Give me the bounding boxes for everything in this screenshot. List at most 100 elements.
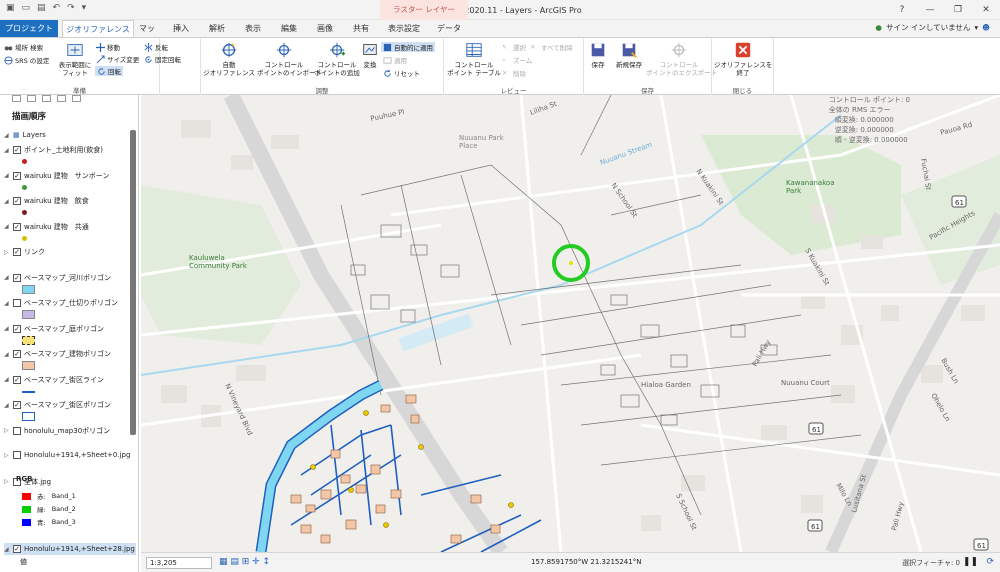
map-view[interactable]: Puuhue Pl Nuuanu Park Place Nuuanu Court … — [141, 95, 1000, 552]
apply-button[interactable]: 適用 — [383, 55, 407, 65]
zoom-button[interactable]: ⌕ ズーム — [502, 55, 532, 66]
location-search-button[interactable]: 場所 検索 — [4, 42, 43, 52]
layer-selected[interactable]: ◢ ✓ Honolulu+1914,+Sheet+28.jpg — [4, 543, 136, 555]
pause-drawing-icon[interactable]: ❚❚ — [963, 557, 978, 567]
select-button[interactable]: ↖ 選択 — [502, 42, 526, 53]
expand-icon[interactable]: ▷ — [4, 249, 10, 256]
tab-analysis[interactable]: 解析 — [206, 20, 228, 37]
auto-apply-toggle[interactable]: 自動的に適用 — [381, 42, 435, 52]
layer-checkbox[interactable] — [13, 299, 21, 307]
add-control-points-button[interactable]: コントロール ポイントの追加 — [313, 41, 361, 77]
collapse-icon[interactable]: ◢ — [4, 376, 10, 383]
layer-checkbox[interactable] — [13, 451, 21, 459]
collapse-icon[interactable]: ◢ — [4, 351, 10, 358]
rotate-button[interactable]: 回転 — [95, 66, 123, 76]
tab-insert[interactable]: 挿入 — [170, 20, 192, 37]
tab-data[interactable]: データ — [434, 20, 464, 37]
tab-view[interactable]: 表示 — [242, 20, 264, 37]
collapse-icon[interactable]: ◢ — [4, 147, 10, 154]
minimize-button[interactable]: — — [916, 0, 944, 20]
layer-item[interactable]: ◢ ✓ ポイント_土地利用(飲食) — [4, 145, 103, 155]
import-control-points-button[interactable]: コントロール ポイントのインポート — [257, 41, 322, 77]
control-point-table-button[interactable]: コントロール ポイント テーブル — [446, 41, 502, 77]
layer-checkbox[interactable]: ✓ — [13, 324, 21, 333]
collapse-icon[interactable]: ◢ — [4, 223, 10, 230]
selected-features-count[interactable]: 選択フィーチャ: 0 — [902, 558, 960, 568]
scale-dropdown[interactable]: 1:3,205 — [146, 557, 212, 569]
layer-item[interactable]: ◢ ✓ wairuku 建物 サンボーン — [4, 171, 109, 181]
layer-checkbox[interactable] — [13, 426, 21, 435]
chevron-down-icon[interactable]: ▾ — [974, 23, 978, 32]
list-by-drawing-order-icon[interactable] — [12, 95, 21, 102]
move-button[interactable]: 移動 — [96, 42, 120, 52]
delete-button[interactable]: ✕ 削除 — [502, 68, 526, 79]
layer-item[interactable]: ▷ ✓ リンク — [4, 247, 45, 257]
layer-checkbox[interactable]: ✓ — [13, 350, 21, 358]
flip-button[interactable]: 反転 — [144, 42, 168, 52]
layer-checkbox[interactable]: ✓ — [13, 248, 21, 256]
tab-project[interactable]: プロジェクト — [0, 20, 58, 37]
layer-item[interactable]: ◢ ✓ ベースマップ_街区ポリゴン — [4, 400, 111, 410]
layer-item[interactable]: ◢ ベースマップ_仕切りポリゴン — [4, 298, 118, 308]
tab-share[interactable]: 共有 — [350, 20, 372, 37]
fit-to-display-button[interactable]: 表示範囲に フィット — [58, 41, 92, 77]
layer-checkbox[interactable]: ✓ — [13, 146, 21, 154]
collapse-icon[interactable]: ◢ — [4, 546, 10, 553]
list-by-selection-icon[interactable] — [42, 95, 51, 102]
layer-checkbox[interactable]: ✓ — [13, 222, 21, 231]
refresh-icon[interactable]: ⟳ — [986, 557, 994, 567]
expand-icon[interactable]: ▷ — [4, 452, 10, 459]
tab-appearance[interactable]: 表示設定 — [384, 20, 424, 37]
layer-checkbox[interactable]: ✓ — [13, 375, 21, 384]
smiley-icon[interactable]: ☻ — [982, 23, 990, 32]
layer-item[interactable]: ◢ ✓ ベースマップ_庭ポリゴン — [4, 324, 104, 334]
signin-area[interactable]: ● サイン インしていません ▾ ☻ — [875, 22, 990, 33]
layer-checkbox[interactable]: ✓ — [13, 545, 21, 553]
layer-item[interactable]: ◢ ✓ ベースマップ_建物ポリゴン — [4, 349, 111, 359]
auto-georeference-button[interactable]: 自動 ジオリファレンス — [203, 41, 255, 77]
layer-checkbox[interactable]: ✓ — [13, 401, 21, 409]
layer-checkbox[interactable]: ✓ — [13, 197, 21, 205]
collapse-icon[interactable]: ◢ — [4, 402, 10, 409]
fixed-rotate-button[interactable]: 固定回転 — [144, 54, 181, 64]
list-by-snapping-icon[interactable] — [72, 95, 81, 102]
contents-scrollbar[interactable] — [130, 130, 136, 435]
expand-icon[interactable]: ▷ — [4, 478, 10, 485]
help-button[interactable]: ? — [888, 0, 916, 20]
reset-button[interactable]: リセット — [383, 68, 420, 78]
set-srs-button[interactable]: SRS の設定 — [4, 55, 49, 65]
close-georeference-button[interactable]: ジオリファレンスを 終了 — [714, 41, 772, 77]
layer-item[interactable]: ◢ ✓ ベースマップ_河川ポリゴン — [4, 273, 111, 283]
restore-button[interactable]: ❐ — [944, 0, 972, 20]
layer-item[interactable]: ▷ honolulu_map30ポリゴン — [4, 426, 110, 436]
map-tools-icon[interactable]: ▦ ▤ ⊞ ✛ ↕ — [219, 557, 270, 567]
layer-item[interactable]: ◢ ✓ wairuku 建物 共通 — [4, 222, 89, 232]
delete-all-button[interactable]: ✕ すべて削除 — [530, 42, 573, 53]
list-by-editing-icon[interactable] — [57, 95, 66, 102]
layers-root[interactable]: ◢ ▦ Layers — [4, 131, 46, 139]
map-canvas[interactable]: Puuhue Pl Nuuanu Park Place Nuuanu Court … — [141, 95, 1000, 552]
export-control-points-button[interactable]: コントロール ポイントのエクスポート — [646, 41, 717, 77]
transform-dropdown[interactable]: 変換 — [359, 41, 381, 69]
tab-map[interactable]: マップ — [136, 20, 158, 50]
layer-item[interactable]: ◢ ✓ ベースマップ_街区ライン — [4, 375, 104, 385]
tab-edit[interactable]: 編集 — [278, 20, 300, 37]
collapse-icon[interactable]: ◢ — [4, 274, 10, 281]
layer-checkbox[interactable]: ✓ — [13, 171, 21, 180]
signin-status[interactable]: サイン インしていません — [886, 22, 970, 33]
save-as-new-button[interactable]: 新規保存 — [612, 41, 646, 69]
collapse-icon[interactable]: ◢ — [4, 198, 10, 205]
list-by-source-icon[interactable] — [27, 95, 36, 102]
layer-item[interactable]: ◢ ✓ wairuku 建物 飲食 — [4, 196, 89, 206]
collapse-icon[interactable]: ◢ — [4, 132, 10, 139]
collapse-icon[interactable]: ◢ — [4, 172, 10, 179]
scale-button[interactable]: サイズ変更 — [96, 54, 139, 64]
save-button[interactable]: 保存 — [586, 41, 610, 69]
tab-imagery[interactable]: 画像 — [314, 20, 336, 37]
tab-georeference[interactable]: ジオリファレンス — [62, 20, 134, 37]
expand-icon[interactable]: ▷ — [4, 427, 10, 434]
close-button[interactable]: ✕ — [972, 0, 1000, 20]
layer-checkbox[interactable]: ✓ — [13, 273, 21, 282]
collapse-icon[interactable]: ◢ — [4, 300, 10, 307]
layer-item[interactable]: ▷ Honolulu+1914,+Sheet+0.jpg — [4, 451, 130, 459]
